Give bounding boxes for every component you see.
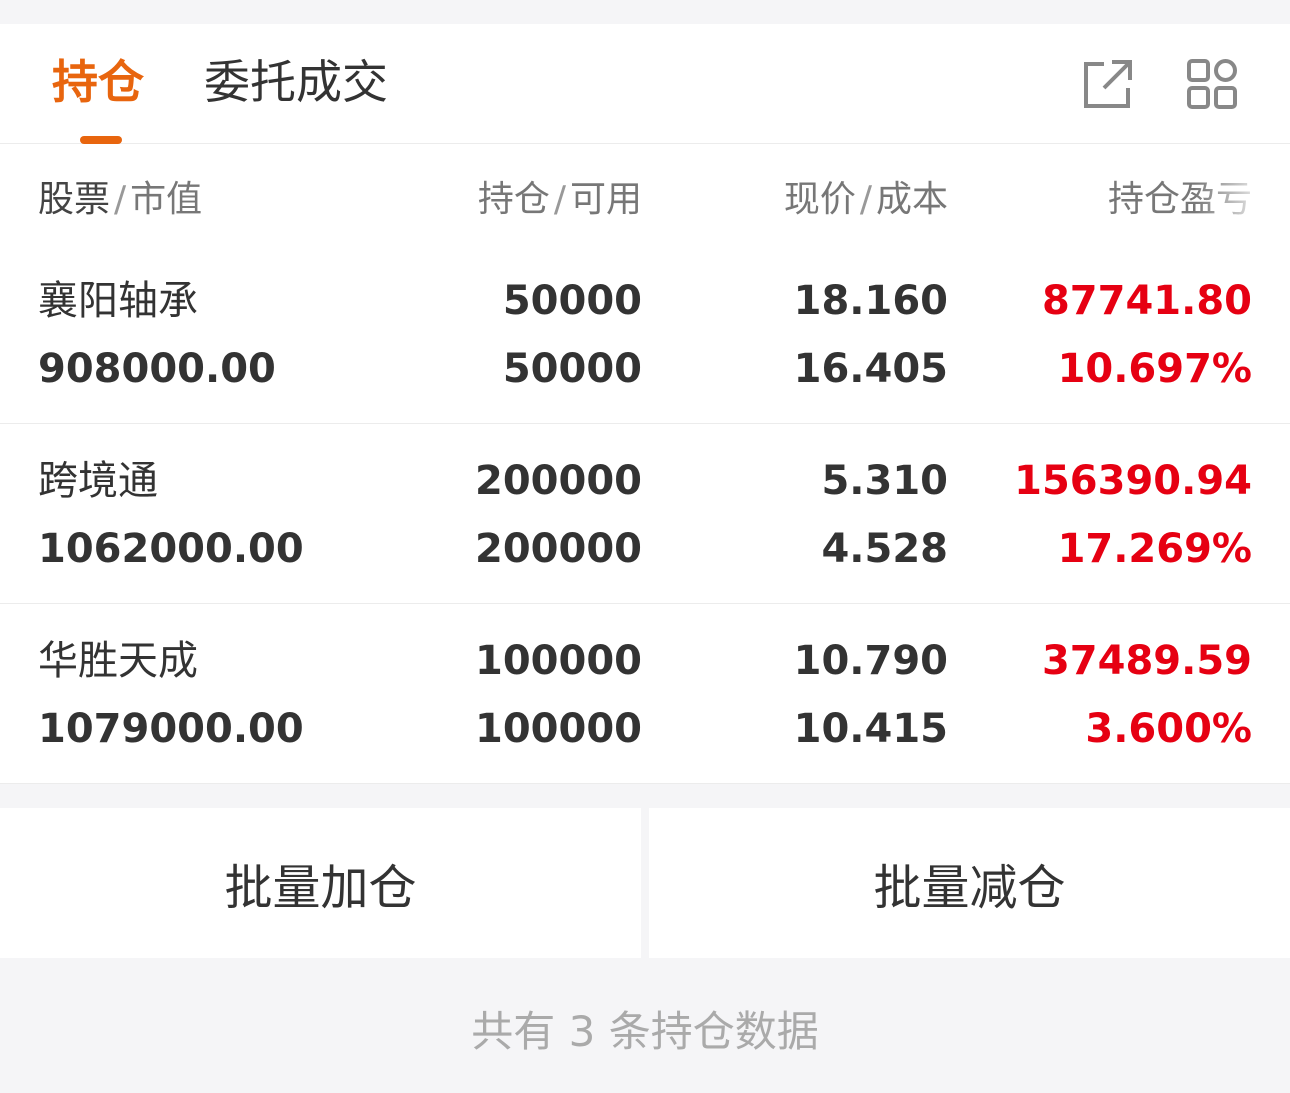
header-price-cost[interactable]: 现价 / 成本 [784, 170, 948, 222]
market-value: 1079000.00 [38, 706, 304, 752]
grid-icon[interactable] [1186, 58, 1237, 110]
cost-price: 16.405 [793, 346, 948, 392]
header-pnl[interactable]: 持仓盈亏 [1108, 170, 1252, 222]
header-position-available[interactable]: 持仓 / 可用 [478, 170, 642, 222]
pnl-percent: 17.269% [1057, 526, 1252, 572]
pnl-percent: 10.697% [1057, 346, 1252, 392]
tab-holding[interactable]: 持仓 [52, 52, 144, 112]
cost-price: 4.528 [821, 526, 948, 572]
cost-price: 10.415 [793, 706, 948, 752]
batch-actions: 批量加仓 批量减仓 [0, 808, 1290, 958]
current-price: 18.160 [793, 278, 948, 324]
pnl-percent: 3.600% [1085, 706, 1252, 752]
top-spacer [0, 0, 1290, 24]
tab-orders[interactable]: 委托成交 [204, 52, 388, 112]
current-price: 10.790 [793, 638, 948, 684]
tab-bar: 持仓 委托成交 [0, 24, 1290, 144]
stock-name: 跨境通 [38, 458, 158, 504]
section-spacer [0, 784, 1290, 808]
stock-name: 襄阳轴承 [38, 278, 198, 324]
position-qty: 50000 [502, 278, 642, 324]
available-qty: 200000 [475, 526, 642, 572]
pnl-amount: 156390.94 [1014, 458, 1252, 504]
available-qty: 100000 [475, 706, 642, 752]
market-value: 1062000.00 [38, 526, 304, 572]
external-link-icon[interactable] [1082, 58, 1132, 110]
table-row[interactable]: 华胜天成 1079000.00 100000 100000 10.790 10.… [0, 604, 1290, 784]
positions-table: 股票 / 市值 持仓 / 可用 现价 / 成本 持仓盈亏 襄阳轴承 908000.00 50… [0, 144, 1290, 784]
table-header: 股票 / 市值 持仓 / 可用 现价 / 成本 持仓盈亏 [0, 144, 1290, 244]
position-qty: 200000 [475, 458, 642, 504]
stock-name: 华胜天成 [38, 638, 198, 684]
pnl-amount: 87741.80 [1041, 278, 1252, 324]
position-qty: 100000 [475, 638, 642, 684]
current-price: 5.310 [821, 458, 948, 504]
header-stock-marketvalue[interactable]: 股票 / 市值 [38, 170, 202, 222]
market-value: 908000.00 [38, 346, 276, 392]
table-row[interactable]: 襄阳轴承 908000.00 50000 50000 18.160 16.405… [0, 244, 1290, 424]
batch-reduce-button[interactable]: 批量减仓 [649, 808, 1290, 958]
table-row[interactable]: 跨境通 1062000.00 200000 200000 5.310 4.528… [0, 424, 1290, 604]
available-qty: 50000 [502, 346, 642, 392]
pnl-amount: 37489.59 [1041, 638, 1252, 684]
batch-add-button[interactable]: 批量加仓 [0, 808, 641, 958]
positions-count-text: 共有 3 条持仓数据 [471, 1006, 819, 1056]
active-tab-indicator [80, 136, 122, 144]
